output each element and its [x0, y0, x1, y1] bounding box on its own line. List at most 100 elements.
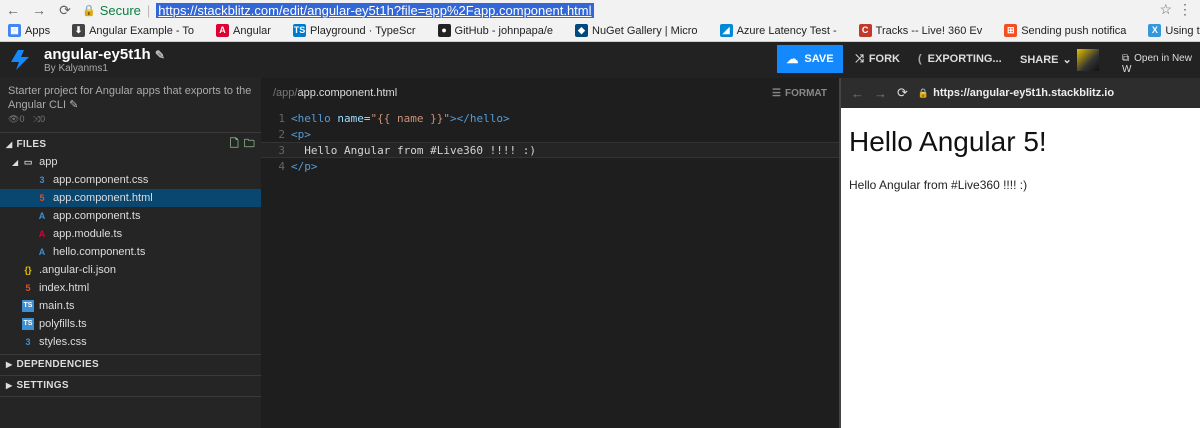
edit-pencil-icon[interactable]: ✎: [69, 99, 78, 111]
files-section-header[interactable]: ◢ FILES 🗋 🗀: [0, 134, 261, 154]
caret-down-icon: ◢: [12, 157, 19, 167]
secure-indicator[interactable]: 🔒 Secure: [82, 3, 141, 18]
new-file-icon[interactable]: 🗋: [230, 135, 239, 154]
file-label: app.component.css: [53, 174, 149, 186]
tree-file[interactable]: A app.component.ts: [0, 207, 261, 225]
open-new-window-button[interactable]: ⧉ Open in New W: [1122, 53, 1200, 75]
tree-file[interactable]: A app.module.ts: [0, 225, 261, 243]
file-path-name: app.component.html: [297, 87, 398, 99]
preview-url[interactable]: 🔒 https://angular-ey5t1h.stackblitz.io: [918, 87, 1114, 99]
browser-menu-icon[interactable]: ⋮: [1178, 1, 1192, 18]
bookmark-angular[interactable]: A Angular: [208, 24, 271, 37]
code-area[interactable]: 1 <hello name="{{ name }}"></hello> 2 <p…: [261, 110, 839, 174]
reload-icon[interactable]: ⟳: [52, 2, 78, 19]
file-label: polyfills.ts: [39, 318, 87, 330]
angular-component-icon: A: [38, 211, 46, 221]
lock-icon: 🔒: [82, 4, 96, 17]
bookmark-tracks[interactable]: C Tracks -- Live! 360 Ev: [851, 24, 982, 37]
bookmark-playground[interactable]: TS Playground · TypeScr: [285, 24, 416, 37]
file-label: hello.component.ts: [53, 246, 146, 258]
bookmark-label: Angular: [233, 24, 271, 37]
bookmark-label: NuGet Gallery | Micro: [592, 24, 698, 37]
bookmark-label: GitHub - johnpapa/e: [454, 24, 553, 37]
angular-component-icon: A: [38, 247, 46, 257]
back-arrow-icon[interactable]: ←: [0, 2, 26, 18]
file-label: app.component.html: [53, 192, 153, 204]
ts-file-icon: TS: [22, 300, 34, 312]
new-window-icon: ⧉: [1122, 53, 1130, 64]
code-line[interactable]: 2 <p>: [261, 126, 839, 142]
json-file-icon: {}: [24, 265, 32, 275]
spinner-icon: (: [918, 53, 922, 65]
avatar[interactable]: [1077, 49, 1099, 71]
settings-section-header[interactable]: ▶ SETTINGS: [0, 375, 261, 395]
bookmark-nuget[interactable]: ◆ NuGet Gallery | Micro: [567, 24, 698, 37]
bookmark-azure[interactable]: ◢ Azure Latency Test -: [712, 24, 837, 37]
dependencies-section-header[interactable]: ▶ DEPENDENCIES: [0, 354, 261, 374]
bookmark-xamarin[interactable]: XUsing the Xamarin Ar: [1140, 24, 1200, 37]
tree-file-active[interactable]: 5 app.component.html: [0, 189, 261, 207]
file-label: app.component.ts: [53, 210, 141, 222]
tree-file[interactable]: 3 styles.css: [0, 333, 261, 351]
bookmark-label: Azure Latency Test -: [736, 24, 837, 37]
preview-url-text: https://angular-ey5t1h.stackblitz.io: [933, 87, 1115, 99]
caret-right-icon: ▶: [6, 359, 13, 369]
caret-down-icon: ◢: [6, 139, 13, 149]
save-label: SAVE: [804, 53, 834, 65]
editor-header: /app/ app.component.html: [261, 78, 839, 108]
tree-file[interactable]: 3 app.component.css: [0, 171, 261, 189]
bookmark-github[interactable]: ● GitHub - johnpapa/e: [430, 24, 553, 37]
new-folder-icon[interactable]: 🗀: [244, 135, 255, 154]
dependencies-label: DEPENDENCIES: [16, 358, 99, 370]
code-line[interactable]: 1 <hello name="{{ name }}"></hello>: [261, 110, 839, 126]
bookmarks-bar: ▦ Apps ⬇ Angular Example - To A Angular TS P…: [0, 20, 1200, 42]
caret-right-icon: ▶: [6, 380, 13, 390]
forks-count: 0: [40, 114, 46, 124]
bookmark-label: Angular Example - To: [89, 24, 195, 37]
file-label: main.ts: [39, 300, 75, 312]
fork-button[interactable]: ⤨ FORK: [855, 53, 900, 66]
project-name-text: angular-ey5t1h: [44, 46, 151, 63]
code-line-current[interactable]: 3 Hello Angular from #Live360 !!!! :): [261, 142, 839, 158]
format-button[interactable]: ☰ FORMAT: [772, 88, 827, 99]
export-button[interactable]: (EXPORTING...: [918, 53, 1002, 65]
project-description[interactable]: Starter project for Angular apps that ex…: [8, 84, 253, 112]
bookmark-star-icon[interactable]: ☆: [1159, 1, 1172, 18]
bookmark-angular-example[interactable]: ⬇ Angular Example - To: [64, 24, 194, 37]
reload-icon[interactable]: ⟳: [897, 85, 908, 101]
tree-file[interactable]: TS polyfills.ts: [0, 315, 261, 333]
url-field[interactable]: https://stackblitz.com/edit/angular-ey5t…: [156, 2, 594, 18]
tree-folder-app[interactable]: ◢ ▭ app: [0, 153, 261, 171]
forward-arrow-icon[interactable]: →: [26, 2, 52, 18]
tree-file[interactable]: TS main.ts: [0, 297, 261, 315]
project-author[interactable]: By Kalyanms1: [44, 63, 108, 74]
edit-pencil-icon[interactable]: ✎: [155, 48, 165, 62]
bookmark-label: Sending push notifica: [1021, 24, 1127, 37]
download-icon: ⬇: [72, 24, 86, 37]
share-button[interactable]: SHARE ⌄: [1020, 53, 1072, 66]
bookmark-apps[interactable]: ▦ Apps: [0, 24, 50, 37]
save-button[interactable]: ☁ SAVE: [777, 45, 843, 73]
secure-label: Secure: [99, 2, 141, 18]
angular-icon: A: [216, 24, 230, 37]
chevron-down-icon: ⌄: [1062, 54, 1072, 66]
tree-file[interactable]: A hello.component.ts: [0, 243, 261, 261]
tree-file[interactable]: 5 index.html: [0, 279, 261, 297]
line-number: 1: [278, 111, 285, 125]
code-line[interactable]: 4 </p>: [261, 158, 839, 174]
stackblitz-logo-icon[interactable]: [8, 48, 32, 72]
bookmark-push[interactable]: ⊞ Sending push notifica: [996, 24, 1126, 37]
typescript-icon: TS: [292, 24, 306, 37]
file-label: app: [39, 156, 58, 168]
file-label: styles.css: [39, 336, 87, 348]
project-name[interactable]: angular-ey5t1h ✎: [44, 46, 165, 63]
ts-file-icon: TS: [22, 318, 34, 330]
tree-file[interactable]: {} .angular-cli.json: [0, 261, 261, 279]
code-text: </p>: [291, 159, 318, 173]
fork-icon: ⤨: [855, 53, 864, 65]
code-editor[interactable]: /app/ app.component.html ☰ FORMAT 1 <hell…: [261, 78, 839, 428]
views-count: 0: [19, 114, 25, 124]
forward-arrow-icon[interactable]: →: [874, 86, 887, 101]
code-text: <hello name="{{ name }}"></hello>: [291, 111, 510, 125]
back-arrow-icon[interactable]: ←: [851, 86, 864, 101]
